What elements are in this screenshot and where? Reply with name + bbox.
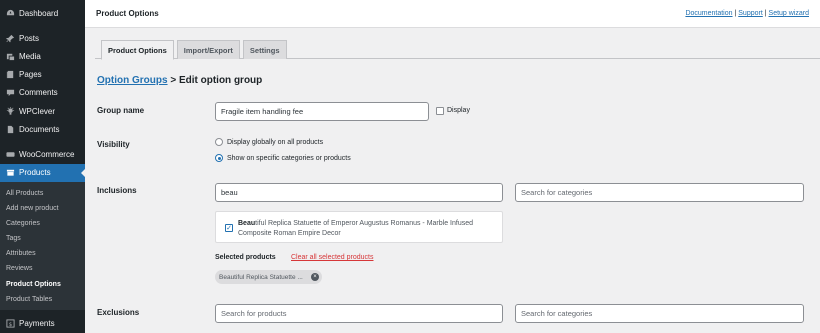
- submenu-item-all-products[interactable]: All Products: [0, 186, 85, 201]
- woo-icon: [5, 149, 15, 159]
- sidebar-item-products[interactable]: Products: [0, 163, 85, 182]
- inclusions-label: Inclusions: [97, 186, 137, 195]
- sidebar-item-label: Media: [19, 51, 41, 61]
- visibility-option-global: Display globally on all products: [227, 139, 324, 146]
- comment-icon: [5, 88, 15, 98]
- setup-wizard-link[interactable]: Setup wizard: [769, 10, 809, 17]
- chip-label: Beautiful Replica Statuette ...: [219, 273, 303, 281]
- sidebar-item-posts[interactable]: Posts: [0, 29, 85, 47]
- submenu-item-reviews[interactable]: Reviews: [0, 261, 85, 276]
- admin-sidebar: Dashboard Posts Media Pages Comments WPC…: [0, 0, 85, 333]
- sidebar-item-comments[interactable]: Comments: [0, 84, 85, 102]
- result-match-highlight: Beau: [238, 220, 256, 227]
- sidebar-item-documents[interactable]: Documents: [0, 120, 85, 138]
- display-checkbox[interactable]: [436, 107, 444, 115]
- group-name-label: Group name: [97, 106, 145, 115]
- visibility-label: Visibility: [97, 140, 130, 149]
- submenu-item-categories[interactable]: Categories: [0, 216, 85, 231]
- dollar-icon: $: [5, 318, 15, 328]
- pin-icon: [5, 33, 15, 43]
- sidebar-item-label: WPClever: [19, 106, 56, 116]
- sidebar-item-dashboard[interactable]: Dashboard: [0, 4, 85, 22]
- exclusions-product-search-input[interactable]: Search for products: [215, 304, 503, 323]
- tab-product-options[interactable]: Product Options: [101, 40, 174, 60]
- media-icon: [5, 51, 15, 61]
- header-links: Documentation | Support | Setup wizard: [685, 10, 809, 17]
- selected-product-chip: Beautiful Replica Statuette ... ×: [215, 270, 322, 284]
- selected-products-label: Selected products: [215, 254, 276, 261]
- sidebar-item-label: Documents: [19, 124, 60, 134]
- pages-icon: [5, 70, 15, 80]
- clear-all-selected-link[interactable]: Clear all selected products: [291, 254, 374, 261]
- inclusions-product-search-input[interactable]: beau: [215, 183, 503, 202]
- sidebar-item-label: Dashboard: [19, 8, 59, 18]
- sidebar-item-label: Pages: [19, 70, 42, 80]
- tab-bar: Product Options Import/Export Settings: [101, 39, 290, 60]
- sidebar-item-label: Posts: [19, 33, 40, 43]
- visibility-radio-specific[interactable]: [215, 154, 223, 162]
- documentation-link[interactable]: Documentation: [685, 10, 732, 17]
- sidebar-item-label: Comments: [19, 88, 58, 98]
- lightbulb-icon: [5, 106, 15, 116]
- submenu-item-product-options[interactable]: Product Options: [0, 277, 85, 292]
- sidebar-item-label: WooCommerce: [19, 149, 75, 159]
- sidebar-item-wpclever[interactable]: WPClever: [0, 102, 85, 120]
- document-icon: [5, 124, 15, 134]
- link-separator: |: [734, 10, 737, 17]
- display-checkbox-label: Display: [447, 107, 470, 114]
- tab-import-export[interactable]: Import/Export: [176, 40, 240, 59]
- breadcrumb-separator: >: [170, 75, 177, 86]
- sidebar-item-media[interactable]: Media: [0, 47, 85, 65]
- submenu-item-add-new-product[interactable]: Add new product: [0, 201, 85, 216]
- tab-settings[interactable]: Settings: [242, 40, 287, 59]
- visibility-option-specific: Show on specific categories or products: [227, 155, 351, 162]
- exclusions-label: Exclusions: [97, 308, 140, 317]
- archive-icon: [5, 168, 15, 178]
- inclusions-category-search-input[interactable]: Search for categories: [515, 183, 804, 202]
- sidebar-item-label: Payments: [19, 318, 55, 328]
- sidebar-item-label: Products: [19, 168, 51, 177]
- link-separator: |: [764, 10, 767, 17]
- option-groups-link[interactable]: Option Groups: [97, 75, 168, 86]
- breadcrumb-current: Edit option group: [178, 75, 263, 86]
- group-name-input[interactable]: Fragile item handling fee: [215, 102, 429, 121]
- result-name-rest: tiful Replica Statuette of Emperor Augus…: [238, 220, 474, 237]
- submenu-item-product-tables[interactable]: Product Tables: [0, 292, 85, 307]
- sidebar-item-pages[interactable]: Pages: [0, 66, 85, 84]
- sidebar-item-woocommerce[interactable]: WooCommerce: [0, 145, 85, 163]
- breadcrumb: Option Groups > Edit option group: [97, 75, 262, 86]
- result-product-name: Beautiful Replica Statuette of Emperor A…: [238, 219, 500, 238]
- products-submenu: All Products Add new product Categories …: [0, 181, 85, 310]
- svg-text:$: $: [8, 321, 11, 327]
- support-link[interactable]: Support: [738, 10, 763, 17]
- visibility-radio-global[interactable]: [215, 138, 223, 146]
- page-header: Product Options Documentation | Support …: [85, 0, 820, 28]
- sidebar-item-payments[interactable]: $ Payments: [0, 314, 85, 332]
- exclusions-category-search-input[interactable]: Search for categories: [515, 304, 804, 323]
- remove-chip-icon[interactable]: ×: [311, 273, 319, 281]
- dashboard-icon: [5, 8, 15, 18]
- search-result-item[interactable]: ✓ Beautiful Replica Statuette of Emperor…: [215, 211, 503, 243]
- result-checkbox[interactable]: ✓: [225, 224, 233, 232]
- page-title: Product Options: [96, 9, 159, 18]
- submenu-item-attributes[interactable]: Attributes: [0, 246, 85, 261]
- submenu-item-tags[interactable]: Tags: [0, 231, 85, 246]
